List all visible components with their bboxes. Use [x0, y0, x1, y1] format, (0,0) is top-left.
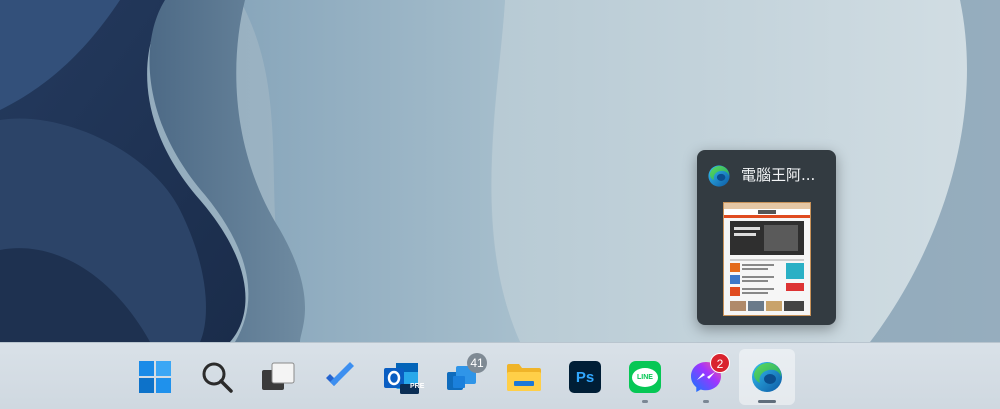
messenger-badge: 2	[710, 353, 730, 373]
line-icon: LINE	[629, 361, 661, 393]
line-button[interactable]: LINE	[617, 349, 673, 405]
onedrive-button[interactable]: 41	[435, 349, 491, 405]
outlook-button[interactable]: PRE	[373, 349, 429, 405]
todo-button[interactable]	[312, 349, 368, 405]
taskbar: PRE 41 Ps LINE 2	[0, 342, 1000, 409]
onedrive-badge: 41	[467, 353, 487, 373]
windows-logo-icon	[139, 361, 171, 393]
file-explorer-button[interactable]	[496, 349, 552, 405]
photoshop-label: Ps	[575, 368, 595, 386]
edge-button[interactable]	[739, 349, 795, 405]
messenger-button[interactable]: 2	[678, 349, 734, 405]
edge-icon	[708, 165, 730, 187]
folder-icon	[507, 364, 541, 391]
start-button[interactable]	[127, 349, 183, 405]
messenger-running-indicator	[703, 400, 709, 403]
preview-title: 電腦王阿...	[741, 166, 816, 184]
line-running-indicator	[642, 400, 648, 403]
photoshop-icon: Ps	[569, 361, 601, 393]
photoshop-button[interactable]: Ps	[557, 349, 613, 405]
webpage-thumbnail-image	[724, 203, 810, 315]
task-view-button[interactable]	[250, 349, 306, 405]
edge-icon	[752, 362, 782, 392]
preview-thumbnail[interactable]	[723, 202, 811, 316]
todo-check-icon	[326, 362, 354, 386]
taskbar-preview-window[interactable]: 電腦王阿...	[697, 150, 836, 325]
task-view-icon	[262, 362, 295, 390]
desktop-wallpaper	[0, 0, 1000, 342]
line-label: LINE	[637, 373, 653, 381]
outlook-pre-label: PRE	[410, 383, 425, 390]
search-icon	[202, 362, 233, 393]
search-button[interactable]	[189, 349, 245, 405]
edge-active-indicator	[758, 400, 776, 403]
